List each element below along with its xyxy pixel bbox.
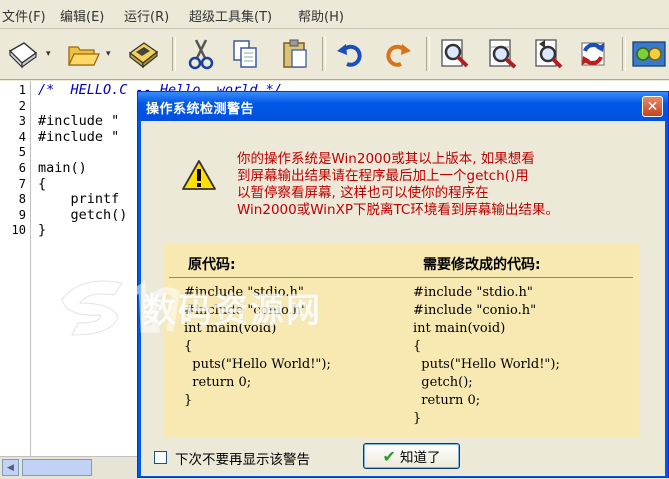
line-number: 8 [18, 192, 26, 207]
toolbar: ▾ ▾ [0, 29, 669, 80]
warning-icon [182, 160, 216, 190]
original-code-line: return 0; [184, 375, 252, 390]
modified-code-line: { [413, 339, 422, 354]
compile-icon [632, 41, 666, 67]
scroll-thumb[interactable] [22, 459, 92, 476]
original-code-line: puts("Hello World!"); [184, 357, 331, 372]
modified-code-line: #include "stdio.h" [413, 285, 533, 300]
warning-message: 你的操作系统是Win2000或其以上版本, 如果想看 到屏幕输出结果请在程序最后… [237, 151, 657, 219]
code-line: getch() [38, 206, 128, 223]
toolbar-separator [426, 37, 430, 71]
modified-code-line: int main(void) [413, 321, 506, 336]
menu-super-tools[interactable]: 超级工具集(T) [189, 6, 272, 25]
ok-button[interactable]: ✔ 知道了 [363, 443, 460, 469]
refresh-icon [581, 42, 605, 66]
cut-icon [188, 39, 214, 70]
menu-run[interactable]: 运行(R) [124, 6, 169, 25]
scroll-left-icon[interactable]: ◀ [2, 459, 19, 476]
replace-icon [535, 39, 563, 69]
horizontal-scrollbar[interactable]: ◀ [0, 456, 140, 479]
new-file-button[interactable] [4, 35, 42, 73]
code-line: } [38, 222, 47, 239]
redo-icon [386, 44, 411, 67]
warning-message-line: Win2000或WinXP下脱离TC环境看到屏幕输出结果。 [237, 202, 559, 218]
dialog-title-bar[interactable]: 操作系统检测警告 ✕ [138, 92, 668, 121]
new-file-dropdown-icon[interactable]: ▾ [46, 49, 54, 59]
toolbar-separator [172, 37, 176, 71]
code-line: { [38, 175, 47, 192]
original-code-line: } [184, 393, 193, 408]
line-number: 1 [18, 83, 26, 97]
find-icon [441, 39, 469, 68]
save-button[interactable] [124, 35, 162, 73]
watermark-text: 数码资源网 [142, 291, 322, 331]
modified-code-line: return 0; [413, 393, 481, 408]
replace-button[interactable] [530, 35, 568, 73]
warning-message-line: 到屏幕输出结果请在程序最后加上一个getch()用 [237, 168, 529, 184]
line-number: 4 [18, 129, 26, 144]
modified-code-line: getch(); [413, 375, 473, 390]
toolbar-separator [322, 37, 326, 71]
menu-help[interactable]: 帮助(H) [298, 6, 344, 25]
line-number: 5 [18, 145, 26, 160]
copy-icon [233, 40, 257, 68]
code-line: #include " [38, 128, 120, 145]
cut-button[interactable] [182, 35, 220, 73]
dont-show-again-label[interactable]: 下次不要再显示该警告 [175, 448, 310, 468]
undo-icon [337, 44, 362, 67]
open-folder-icon [67, 46, 100, 66]
line-number: 9 [18, 207, 26, 222]
copy-button[interactable] [226, 35, 264, 73]
warning-message-line: 以暂停察看屏幕, 这样也可以使你的程序在 [237, 185, 489, 201]
menu-bar: 文件(F) 编辑(E) 运行(R) 超级工具集(T) 帮助(H) [0, 0, 669, 29]
code-line: #include " [38, 113, 120, 130]
modified-code-line: } [413, 411, 422, 426]
code-line: printf [38, 191, 120, 208]
open-dropdown-icon[interactable]: ▾ [106, 49, 114, 59]
line-number: 2 [18, 98, 26, 113]
dont-show-again-checkbox[interactable] [154, 451, 167, 464]
line-number: 6 [18, 161, 26, 175]
modified-code-heading: 需要修改成的代码: [423, 257, 541, 273]
line-number: 3 [18, 114, 26, 129]
paste-button[interactable] [276, 35, 314, 73]
new-file-icon [8, 42, 38, 69]
code-line: main() [38, 160, 87, 176]
open-button[interactable] [64, 35, 102, 73]
menu-file[interactable]: 文件(F) [2, 6, 46, 25]
menu-edit[interactable]: 编辑(E) [60, 6, 104, 25]
dialog-title: 操作系统检测警告 [146, 102, 255, 117]
find-next-icon [489, 39, 517, 69]
undo-button[interactable] [331, 35, 369, 73]
save-disk-icon [128, 42, 159, 69]
close-button[interactable]: ✕ [642, 96, 663, 117]
line-number: 7 [18, 176, 26, 191]
ok-button-label: 知道了 [399, 450, 441, 466]
modified-code-line: #include "conio.h" [413, 303, 537, 318]
toolbar-separator [622, 37, 626, 71]
find-next-button[interactable] [484, 35, 522, 73]
close-icon: ✕ [646, 98, 659, 115]
checkmark-icon: ✔ [382, 446, 396, 466]
modified-code-line: puts("Hello World!"); [413, 357, 560, 372]
line-number-gutter: 1 2 3 4 5 6 7 8 9 10 [0, 81, 31, 456]
compile-button[interactable] [630, 35, 668, 73]
warning-message-line: 你的操作系统是Win2000或其以上版本, 如果想看 [237, 151, 535, 167]
redo-button[interactable] [379, 35, 417, 73]
find-button[interactable] [436, 35, 474, 73]
paste-icon [283, 39, 307, 68]
refresh-button[interactable] [574, 35, 612, 73]
line-number: 10 [11, 223, 26, 238]
